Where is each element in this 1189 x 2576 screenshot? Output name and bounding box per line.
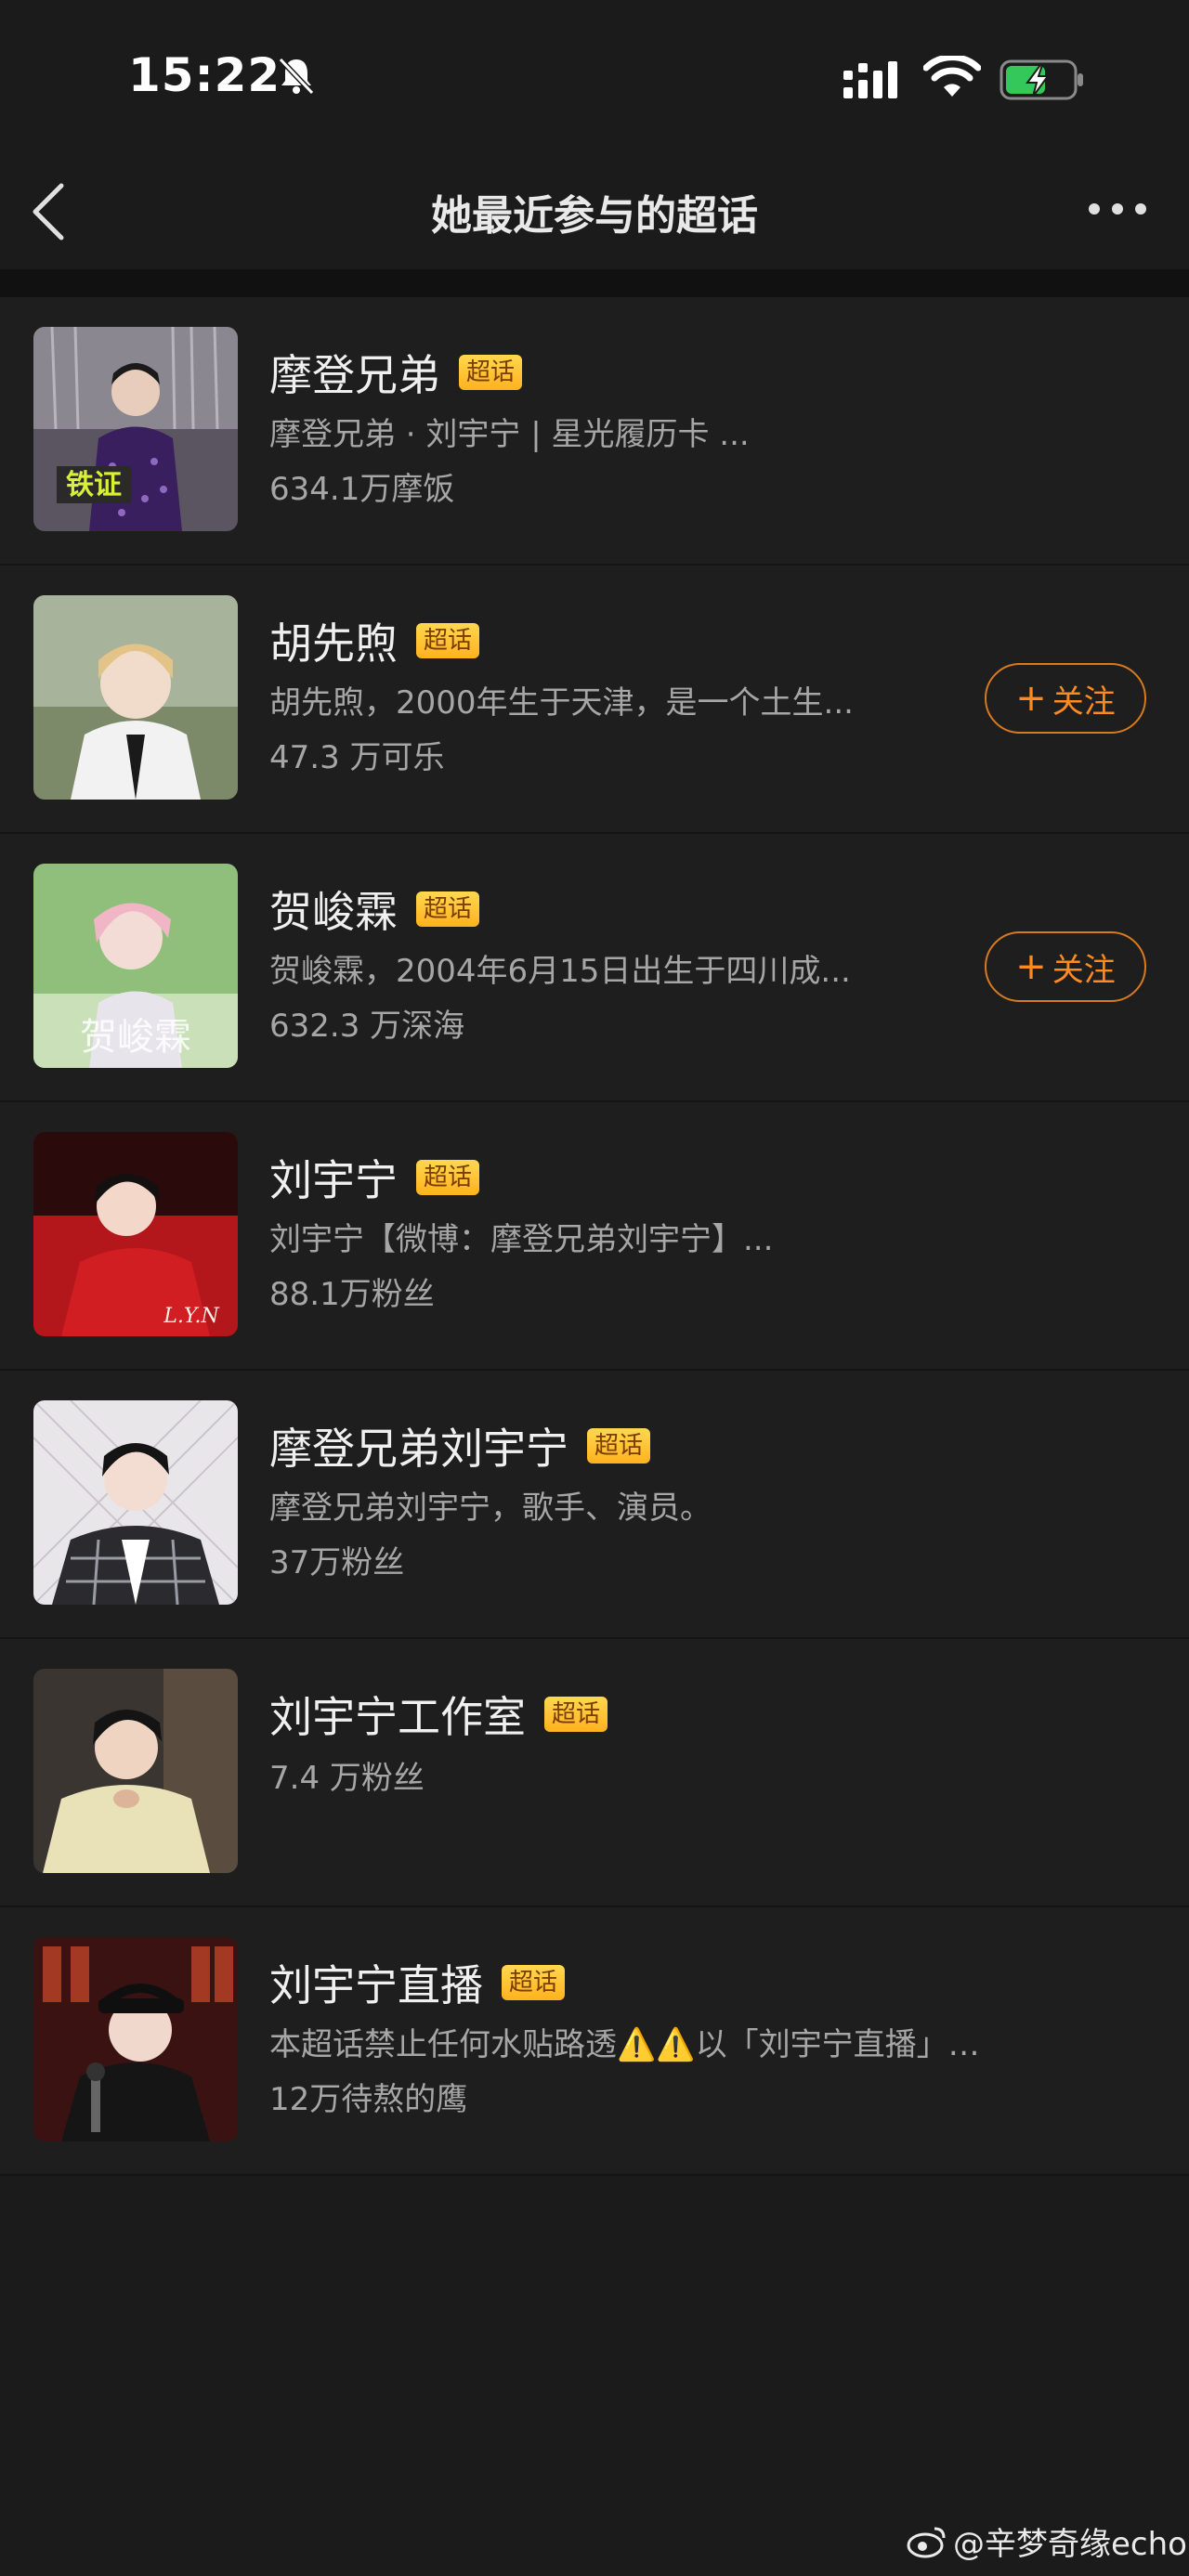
topic-fan-count: 47.3 万可乐 (269, 739, 445, 776)
topic-info: 刘宇宁直播 超话 本超话禁止任何水贴路透⚠️⚠️以「刘宇宁直播」👈🏻... 12… (269, 1952, 994, 2119)
topic-name[interactable]: 刘宇宁直播 (269, 1952, 483, 2013)
topic-fan-count: 7.4 万粉丝 (269, 1760, 425, 1797)
thumb-caption: L.Y.N (163, 1305, 219, 1328)
section-divider (0, 269, 1189, 297)
topic-avatar[interactable]: L.Y.N (33, 1132, 238, 1336)
follow-label: 关注 (1052, 683, 1116, 721)
plus-icon: + (1015, 945, 1047, 988)
supertopic-badge: 超话 (544, 1697, 608, 1732)
topic-description: 胡先煦，2000年生于天津，是一个土生... (269, 684, 854, 722)
list-item[interactable]: 摩登兄弟刘宇宁 超话 摩登兄弟刘宇宁，歌手、演员。 37万粉丝 (0, 1371, 1189, 1639)
topic-description: 摩登兄弟 · 刘宇宁 | 星光履历卡 ... (269, 416, 750, 453)
topic-name[interactable]: 摩登兄弟 (269, 342, 440, 403)
weibo-watermark: @辛梦奇缘echo (907, 2518, 1187, 2564)
topic-info: 摩登兄弟 超话 摩登兄弟 · 刘宇宁 | 星光履历卡 ... 634.1万摩饭 (269, 344, 975, 509)
topic-fan-count: 632.3 万深海 (269, 1008, 465, 1045)
watermark-text: @辛梦奇缘echo (953, 2526, 1187, 2563)
list-item[interactable]: 胡先煦 超话 胡先煦，2000年生于天津，是一个土生... 47.3 万可乐 +… (0, 566, 1189, 834)
status-time: 15:22 (128, 48, 281, 102)
cellular-signal-icon (843, 61, 897, 98)
topic-description: 贺峻霖，2004年6月15日出生于四川成... (269, 953, 851, 990)
list-item[interactable]: L.Y.N 刘宇宁 超话 刘宇宁【微博：摩登兄弟刘宇宁】... 88.1万粉丝 (0, 1102, 1189, 1371)
topic-info: 刘宇宁 超话 刘宇宁【微博：摩登兄弟刘宇宁】... 88.1万粉丝 (269, 1149, 975, 1314)
follow-button[interactable]: + 关注 (985, 663, 1146, 734)
topic-avatar[interactable]: 贺峻霖 (33, 864, 238, 1068)
more-options-icon[interactable] (1085, 195, 1150, 223)
nav-bar: 她最近参与的超话 (0, 158, 1189, 269)
topic-name[interactable]: 摩登兄弟刘宇宁 (269, 1415, 568, 1477)
list-item[interactable]: 刘宇宁直播 超话 本超话禁止任何水贴路透⚠️⚠️以「刘宇宁直播」👈🏻... 12… (0, 1907, 1189, 2176)
status-bar: 15:22 (0, 0, 1189, 149)
topic-name[interactable]: 贺峻霖 (269, 878, 398, 940)
topic-fan-count: 12万待熬的鹰 (269, 2081, 468, 2118)
topic-avatar[interactable] (33, 595, 238, 800)
topic-info: 贺峻霖 超话 贺峻霖，2004年6月15日出生于四川成... 632.3 万深海 (269, 880, 975, 1046)
topic-description: 摩登兄弟刘宇宁，歌手、演员。 (269, 1490, 712, 1527)
supertopic-badge: 超话 (416, 1160, 480, 1195)
topic-description: 本超话禁止任何水贴路透⚠️⚠️以「刘宇宁直播」👈🏻... (269, 2026, 994, 2063)
supertopic-list: 铁证 摩登兄弟 超话 摩登兄弟 · 刘宇宁 | 星光履历卡 ... 634.1万… (0, 297, 1189, 2176)
topic-fan-count: 37万粉丝 (269, 1544, 405, 1581)
topic-fan-count: 88.1万粉丝 (269, 1276, 435, 1313)
topic-info: 摩登兄弟刘宇宁 超话 摩登兄弟刘宇宁，歌手、演员。 37万粉丝 (269, 1417, 975, 1582)
plus-icon: + (1015, 677, 1047, 720)
supertopic-badge: 超话 (459, 355, 523, 390)
supertopic-badge: 超话 (587, 1428, 651, 1464)
topic-avatar[interactable] (33, 1669, 238, 1873)
supertopic-badge: 超话 (502, 1965, 566, 2000)
topic-info: 胡先煦 超话 胡先煦，2000年生于天津，是一个土生... 47.3 万可乐 (269, 612, 975, 777)
topic-info: 刘宇宁工作室 超话 7.4 万粉丝 (269, 1685, 975, 1798)
supertopic-badge: 超话 (416, 623, 480, 658)
topic-description: 刘宇宁【微博：摩登兄弟刘宇宁】... (269, 1221, 774, 1258)
topic-avatar[interactable]: 铁证 (33, 327, 238, 531)
list-item[interactable]: 刘宇宁工作室 超话 7.4 万粉丝 (0, 1639, 1189, 1907)
topic-fan-count: 634.1万摩饭 (269, 471, 455, 508)
thumb-caption: 铁证 (66, 469, 122, 501)
wifi-icon (923, 56, 981, 97)
battery-charging-icon (1000, 59, 1083, 100)
list-item[interactable]: 贺峻霖 贺峻霖 超话 贺峻霖，2004年6月15日出生于四川成... 632.3… (0, 834, 1189, 1102)
topic-name[interactable]: 刘宇宁 (269, 1147, 398, 1208)
topic-avatar[interactable] (33, 1937, 238, 2141)
follow-label: 关注 (1052, 951, 1116, 989)
list-item[interactable]: 铁证 摩登兄弟 超话 摩登兄弟 · 刘宇宁 | 星光履历卡 ... 634.1万… (0, 297, 1189, 566)
topic-avatar[interactable] (33, 1400, 238, 1605)
page-title: 她最近参与的超话 (431, 192, 758, 240)
topic-name[interactable]: 胡先煦 (269, 610, 398, 671)
silent-bell-icon (278, 57, 315, 96)
thumb-caption: 贺峻霖 (80, 1016, 191, 1059)
follow-button[interactable]: + 关注 (985, 931, 1146, 1002)
weibo-logo-icon (907, 2527, 946, 2557)
supertopic-badge: 超话 (416, 891, 480, 927)
topic-name[interactable]: 刘宇宁工作室 (269, 1684, 526, 1745)
